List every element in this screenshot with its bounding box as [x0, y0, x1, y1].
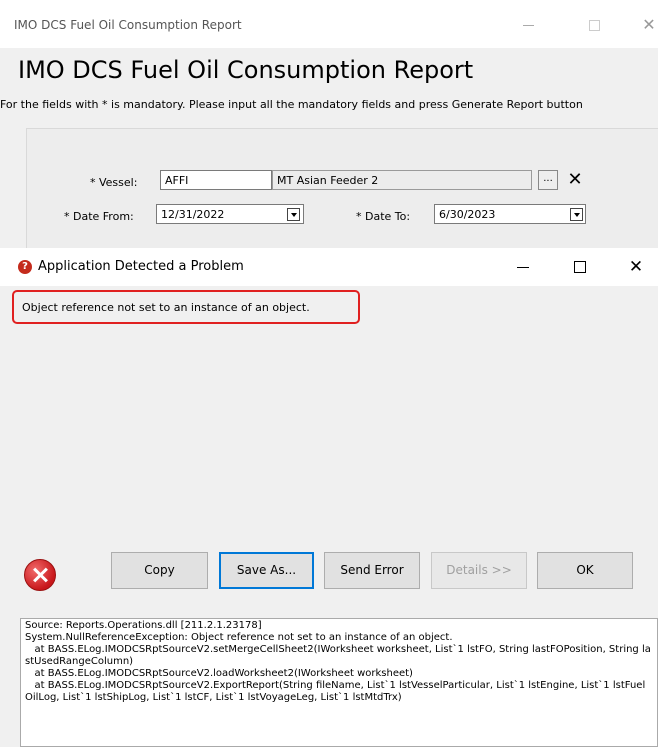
dialog-title: Application Detected a Problem — [38, 259, 244, 274]
dialog-close-button[interactable]: ✕ — [622, 254, 650, 280]
main-window: IMO DCS Fuel Oil Consumption Report ✕ IM… — [0, 0, 658, 249]
main-maximize-button[interactable] — [580, 10, 610, 40]
copy-button[interactable]: Copy — [111, 552, 208, 589]
dialog-minimize-button[interactable] — [510, 254, 538, 280]
save-as-button[interactable]: Save As... — [219, 552, 314, 589]
date-to-picker[interactable]: 6/30/2023 — [434, 204, 586, 224]
close-icon: ✕ — [628, 257, 644, 277]
close-icon: ✕ — [642, 15, 656, 34]
error-icon — [24, 559, 56, 591]
ok-button[interactable]: OK — [537, 552, 633, 589]
dialog-title-bar: ? Application Detected a Problem ✕ — [0, 248, 658, 286]
chevron-down-icon[interactable] — [287, 208, 300, 221]
chevron-down-icon[interactable] — [570, 208, 583, 221]
vessel-clear-button[interactable]: ✕ — [564, 170, 586, 190]
error-details-textarea[interactable]: Source: Reports.Operations.dll [211.2.1.… — [20, 618, 658, 747]
main-minimize-button[interactable] — [514, 10, 544, 40]
vessel-label: * Vessel: — [90, 176, 138, 189]
vessel-code-input[interactable]: AFFI — [160, 170, 272, 190]
main-window-title: IMO DCS Fuel Oil Consumption Report — [14, 18, 242, 32]
send-error-button[interactable]: Send Error — [324, 552, 420, 589]
main-close-button[interactable]: ✕ — [634, 10, 658, 40]
error-message: Object reference not set to an instance … — [22, 301, 310, 314]
main-title-bar: IMO DCS Fuel Oil Consumption Report ✕ — [0, 0, 658, 48]
help-icon: ? — [18, 260, 32, 274]
error-dialog: ? Application Detected a Problem ✕ Objec… — [0, 248, 658, 747]
instructions-text: For the fields with * is mandatory. Plea… — [0, 98, 583, 111]
report-title: IMO DCS Fuel Oil Consumption Report — [18, 56, 474, 84]
date-to-label: * Date To: — [356, 210, 411, 223]
date-from-value: 12/31/2022 — [161, 208, 225, 221]
error-details-text: Source: Reports.Operations.dll [211.2.1.… — [25, 620, 651, 703]
vessel-browse-button[interactable]: ... — [538, 170, 558, 190]
date-to-value: 6/30/2023 — [439, 208, 496, 221]
clear-icon: ✕ — [567, 169, 583, 190]
details-button[interactable]: Details >> — [431, 552, 527, 589]
dialog-maximize-button[interactable] — [566, 254, 594, 280]
date-from-picker[interactable]: 12/31/2022 — [156, 204, 304, 224]
vessel-name-field: MT Asian Feeder 2 — [272, 170, 532, 190]
error-message-box: Object reference not set to an instance … — [12, 290, 360, 324]
date-from-label: * Date From: — [64, 210, 134, 223]
